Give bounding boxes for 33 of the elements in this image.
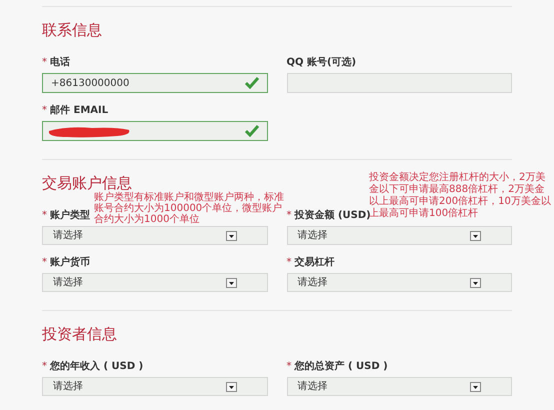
field-label: 账户货币 — [50, 255, 90, 270]
required-marker: * — [42, 360, 47, 374]
select-field[interactable]: 请选择 — [286, 226, 512, 245]
required-marker: * — [286, 208, 292, 222]
required-marker: * — [286, 360, 292, 374]
section-title: 交易账户信息 — [42, 174, 132, 192]
field-label: 投资金额 (USD) — [294, 209, 371, 222]
text-field[interactable] — [286, 73, 512, 93]
select-field[interactable]: 请选择 — [286, 377, 512, 396]
field-label: QQ 账号(可选) — [286, 56, 356, 70]
field-label: 邮件 EMAIL — [50, 104, 108, 118]
select-field[interactable]: 请选择 — [286, 273, 512, 292]
field-label: 交易杠杆 — [294, 255, 334, 270]
required-marker: * — [286, 256, 292, 270]
select-field[interactable]: 请选择 — [42, 377, 268, 396]
check-icon — [244, 77, 258, 89]
field-label: 电话 — [50, 56, 70, 70]
check-icon — [244, 125, 258, 137]
section-title: 联系信息 — [42, 21, 102, 39]
field-label: 账户类型 — [50, 208, 90, 222]
text-field[interactable] — [42, 121, 268, 141]
required-marker: * — [42, 256, 47, 270]
required-marker: * — [42, 56, 47, 70]
annotation-note: 账户类型有标准账户和微型账户两种，标准账号合约大小为100000个单位，微型账户合约大小为1000个单位 — [94, 193, 284, 226]
required-marker: * — [42, 208, 47, 222]
annotation-note: 投资金额决定您注册杠杆的大小，2万美金以下可申请最高888倍杠杆，2万美金以上最高可申请200倍杠杆，10万美金以上最高可申请100倍杠杆 — [369, 172, 552, 219]
required-marker: * — [42, 104, 47, 118]
select-field[interactable]: 请选择 — [42, 273, 268, 292]
field-label: 您的年收入 ( USD ) — [50, 360, 144, 374]
section-title: 投资者信息 — [42, 325, 117, 343]
field-label: 您的总资产 ( USD ) — [294, 360, 388, 374]
select-field[interactable]: 请选择 — [42, 226, 268, 245]
text-field[interactable]: +86130000000 — [42, 73, 268, 93]
